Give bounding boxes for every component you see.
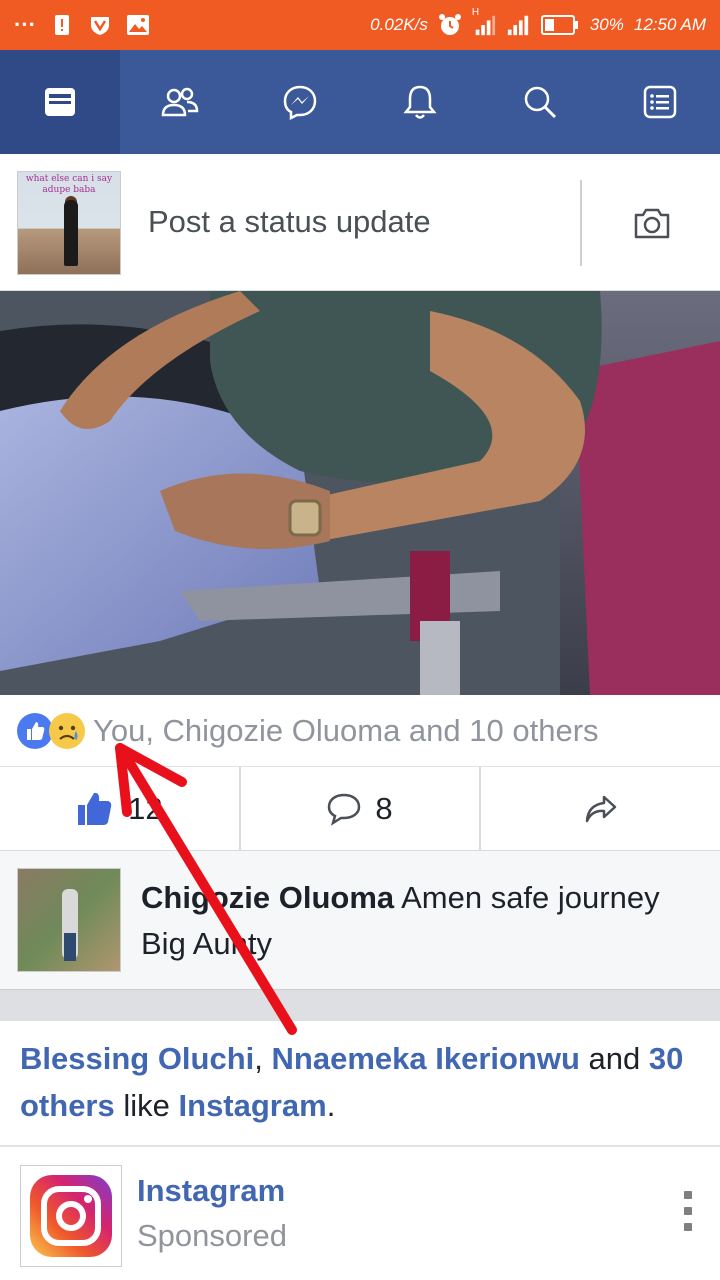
news-feed-icon — [45, 88, 75, 116]
signal-h-icon: H — [472, 7, 496, 37]
tab-notifications[interactable] — [360, 50, 480, 154]
friend-link-1[interactable]: Blessing Oluchi — [20, 1041, 254, 1076]
comment-icon — [328, 793, 361, 826]
sim-alert-icon — [50, 13, 74, 37]
messenger-icon — [283, 85, 317, 120]
share-icon — [585, 795, 616, 822]
comment-count: 8 — [375, 790, 393, 826]
page-link[interactable]: Instagram — [179, 1088, 327, 1123]
menu-icon — [643, 85, 677, 119]
friend-link-2[interactable]: Nnaemeka Ikerionwu — [272, 1041, 580, 1076]
tab-menu[interactable] — [600, 50, 720, 154]
sponsored-story: Blessing Oluchi, Nnaemeka Ikerionwu and … — [0, 1021, 720, 1280]
image-icon — [126, 13, 150, 37]
feed-separator — [0, 989, 720, 1021]
like-text: like — [123, 1088, 170, 1123]
friends-icon — [161, 87, 199, 117]
and-text: and — [588, 1041, 641, 1076]
composer-divider — [580, 180, 582, 266]
share-button[interactable] — [481, 767, 720, 850]
comment-author[interactable]: Chigozie Oluoma — [141, 880, 394, 915]
post-actions: 12 8 — [0, 767, 720, 851]
network-speed: 0.02K/s — [370, 15, 428, 34]
like-count: 12 — [128, 790, 163, 826]
sad-reaction-icon — [49, 712, 85, 749]
like-button[interactable]: 12 — [0, 767, 241, 850]
social-context: Blessing Oluchi, Nnaemeka Ikerionwu and … — [20, 1041, 684, 1123]
bell-icon — [403, 85, 437, 119]
comment-button[interactable]: 8 — [241, 767, 482, 850]
avatar-caption: what else can i say adupe baba — [25, 174, 113, 195]
instagram-icon — [30, 1175, 112, 1257]
reaction-names: You, Chigozie Oluoma and 10 others — [93, 712, 599, 748]
comment-preview[interactable]: Chigozie Oluoma Amen safe journey Big Au… — [0, 851, 720, 989]
clock: 12:50 AM — [633, 15, 706, 34]
battery-icon — [540, 13, 580, 37]
comment-body: Chigozie Oluoma Amen safe journey Big Au… — [141, 875, 706, 967]
camera-icon — [634, 208, 670, 239]
instagram-logo[interactable] — [20, 1165, 122, 1267]
ad-divider — [0, 1145, 720, 1147]
battery-percent: 30% — [589, 15, 624, 34]
top-nav-bar — [0, 50, 720, 154]
post-photo[interactable] — [0, 291, 720, 695]
status-bar: ··· 0.02K/s H 30% 12:50 AM — [0, 0, 720, 50]
signal-icon — [506, 13, 530, 37]
tab-search[interactable] — [480, 50, 600, 154]
reaction-summary[interactable]: You, Chigozie Oluoma and 10 others — [0, 695, 720, 767]
thumbs-up-icon — [78, 792, 112, 825]
shield-v-icon — [88, 13, 112, 37]
tab-messenger[interactable] — [240, 50, 360, 154]
status-input[interactable]: Post a status update — [148, 204, 431, 240]
signal-h-label: H — [471, 7, 480, 18]
user-avatar[interactable]: what else can i say adupe baba — [17, 171, 121, 275]
status-dots: ··· — [14, 12, 36, 37]
alarm-clock-icon — [438, 13, 462, 37]
commenter-avatar[interactable] — [17, 868, 121, 972]
camera-button[interactable] — [633, 206, 671, 245]
tab-friends[interactable] — [120, 50, 240, 154]
tab-news-feed[interactable] — [0, 50, 120, 154]
like-reaction-icon — [17, 712, 53, 749]
status-composer: what else can i say adupe baba Post a st… — [0, 154, 720, 291]
search-icon — [524, 86, 557, 119]
sponsored-label: Sponsored — [137, 1218, 287, 1253]
ad-page-name[interactable]: Instagram — [137, 1173, 285, 1209]
more-options-button[interactable] — [680, 1191, 696, 1231]
